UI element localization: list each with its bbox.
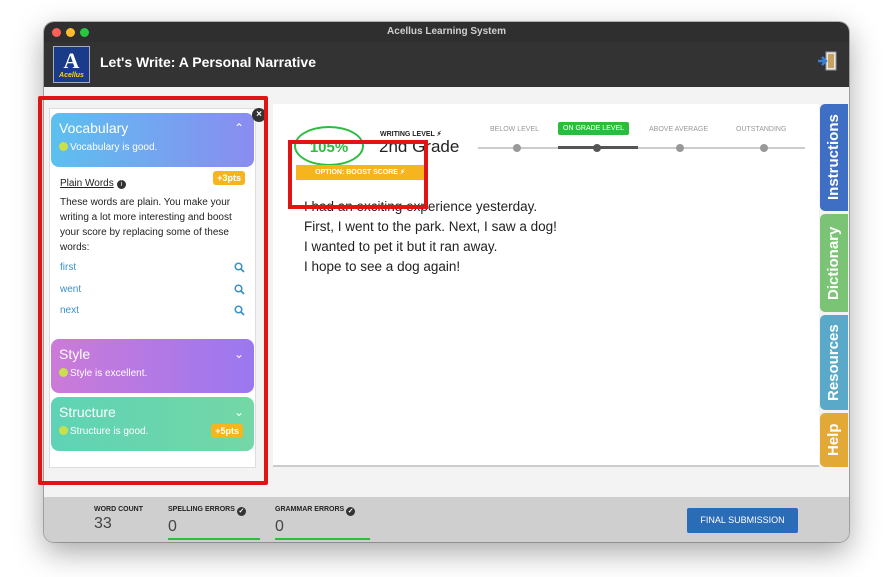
style-status: Style is excellent.: [59, 368, 147, 379]
chevron-down-icon[interactable]: ⌄: [234, 347, 244, 361]
level-dot-current: [593, 144, 601, 152]
window-titlebar: Acellus Learning System: [44, 22, 849, 42]
check-circle-icon: ✓: [236, 507, 246, 516]
grade-level: 2nd Grade: [379, 137, 460, 156]
vocabulary-title: Vocabulary: [59, 120, 129, 136]
structure-status-text: Structure is good.: [70, 426, 149, 437]
grammar-errors-header: GRAMMAR ERRORS ✓: [275, 506, 356, 516]
tab-help[interactable]: Help: [820, 413, 848, 467]
vocabulary-status: Vocabulary is good.: [59, 142, 157, 153]
app-window: Acellus Learning System A Acellus Let's …: [44, 22, 849, 542]
style-status-text: Style is excellent.: [70, 368, 148, 379]
status-bar: WORD COUNT 33 SPELLING ERRORS ✓ 0 GRAMMAR…: [44, 497, 849, 542]
word-row-next[interactable]: next: [60, 305, 245, 316]
essay-line: First, I went to the park. Next, I saw a…: [304, 219, 557, 234]
chevron-up-icon[interactable]: ⌃: [234, 121, 244, 135]
score-percent: 105%: [294, 126, 364, 166]
boost-score-button[interactable]: OPTION: BOOST SCORE ⚡︎: [296, 165, 424, 180]
spelling-errors-header: SPELLING ERRORS ✓: [168, 506, 246, 516]
essay-line: I had an exciting experience yesterday.: [304, 199, 538, 214]
word-link[interactable]: first: [60, 262, 76, 273]
spelling-errors-stat: SPELLING ERRORS ✓ 0: [168, 506, 246, 536]
spelling-errors-value: 0: [168, 518, 177, 535]
main-area: Vocabulary ⌃ Vocabulary is good. Plain W…: [44, 87, 849, 497]
exit-door-icon[interactable]: [817, 50, 839, 72]
structure-title: Structure: [59, 404, 116, 420]
lightning-icon: ⚡︎: [399, 169, 405, 176]
search-icon[interactable]: [234, 305, 245, 316]
spelling-errors-label: SPELLING ERRORS: [168, 506, 235, 513]
close-panel-icon[interactable]: ×: [252, 108, 266, 122]
level-below: BELOW LEVEL: [490, 126, 540, 133]
info-icon[interactable]: i: [116, 180, 126, 189]
feedback-panel: Vocabulary ⌃ Vocabulary is good. Plain W…: [49, 108, 256, 468]
spelling-underline: [168, 538, 260, 540]
word-row-went[interactable]: went: [60, 284, 245, 295]
search-icon[interactable]: [234, 284, 245, 295]
check-icon: [59, 368, 68, 377]
grammar-errors-value: 0: [275, 518, 284, 535]
essay-line: I hope to see a dog again!: [304, 259, 461, 274]
vocabulary-status-text: Vocabulary is good.: [70, 142, 158, 153]
level-outstanding: OUTSTANDING: [736, 126, 787, 133]
search-icon[interactable]: [234, 262, 245, 273]
plain-words-description: These words are plain. You make your wri…: [60, 197, 232, 253]
close-window-button[interactable]: [52, 28, 61, 37]
essay-text[interactable]: I had an exciting experience yesterday. …: [304, 197, 557, 277]
grammar-underline: [275, 538, 370, 540]
essay-editor[interactable]: 105% WRITING LEVEL ⚡︎ 2nd Grade BELOW LE…: [273, 104, 819, 467]
grammar-errors-stat: GRAMMAR ERRORS ✓ 0: [275, 506, 356, 536]
grammar-errors-label: GRAMMAR ERRORS: [275, 506, 345, 513]
plain-words-section: Plain Words i +3pts These words are plain…: [60, 171, 245, 255]
final-submission-button[interactable]: FINAL SUBMISSION: [687, 508, 798, 533]
level-on-grade: ON GRADE LEVEL: [558, 122, 630, 135]
level-dot: [513, 144, 521, 152]
tab-resources[interactable]: Resources: [820, 315, 848, 410]
word-count-stat: WORD COUNT 33: [94, 506, 143, 533]
logo-letter: A: [63, 48, 80, 73]
boost-score-label: OPTION: BOOST SCORE: [315, 169, 398, 176]
tab-instructions[interactable]: Instructions: [820, 104, 848, 211]
vocabulary-points-badge: +3pts: [213, 171, 245, 185]
level-dot: [676, 144, 684, 152]
plain-words-heading[interactable]: Plain Words: [60, 178, 114, 189]
structure-points-badge: +5pts: [211, 424, 243, 438]
tab-dictionary[interactable]: Dictionary: [820, 214, 848, 312]
check-circle-icon: ✓: [346, 507, 356, 516]
app-header: A Acellus Let's Write: A Personal Narrat…: [44, 42, 849, 87]
style-card[interactable]: Style ⌄ Style is excellent.: [51, 339, 254, 393]
logo-text: Acellus: [59, 72, 84, 79]
lesson-title: Let's Write: A Personal Narrative: [100, 54, 316, 70]
acellus-logo: A Acellus: [53, 46, 90, 83]
structure-card[interactable]: Structure ⌄ Structure is good. +5pts: [51, 397, 254, 451]
minimize-window-button[interactable]: [66, 28, 75, 37]
vocabulary-card[interactable]: Vocabulary ⌃ Vocabulary is good.: [51, 113, 254, 167]
essay-line: I wanted to pet it but it ran away.: [304, 239, 498, 254]
word-row-first[interactable]: first: [60, 262, 245, 273]
word-link[interactable]: went: [60, 284, 81, 295]
level-above-average: ABOVE AVERAGE: [649, 126, 709, 133]
word-link[interactable]: next: [60, 305, 79, 316]
level-dot: [760, 144, 768, 152]
level-track: [478, 147, 805, 149]
style-title: Style: [59, 346, 91, 362]
structure-status: Structure is good.: [59, 426, 148, 437]
check-icon: [59, 426, 68, 435]
window-title: Acellus Learning System: [387, 26, 506, 37]
check-icon: [59, 142, 68, 151]
zoom-window-button[interactable]: [80, 28, 89, 37]
word-count-label: WORD COUNT: [94, 506, 143, 513]
word-count-value: 33: [94, 515, 112, 532]
chevron-down-icon[interactable]: ⌄: [234, 405, 244, 419]
